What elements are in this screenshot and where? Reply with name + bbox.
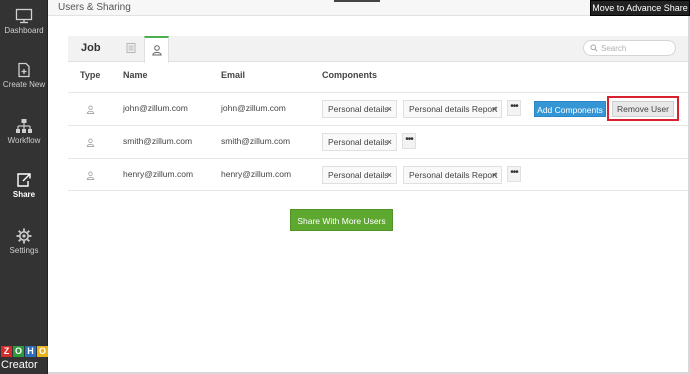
user-email: smith@zillum.com: [221, 136, 291, 146]
component-chip: Personal details Report ×: [403, 166, 502, 184]
logo-letter: O: [13, 346, 24, 357]
user-icon: [151, 45, 162, 56]
logo-letter: Z: [1, 346, 12, 357]
component-chip: Personal details Report ×: [403, 100, 502, 118]
sidebar-item-share[interactable]: Share: [0, 172, 48, 200]
search-icon: [590, 44, 598, 52]
component-label: Personal details Report: [409, 170, 498, 180]
tab-list-view[interactable]: [118, 36, 143, 62]
list-icon: [126, 43, 135, 53]
remove-component-icon[interactable]: ×: [387, 167, 392, 183]
component-label: Personal details: [328, 104, 389, 114]
column-header-type: Type: [80, 70, 101, 80]
more-components-button[interactable]: •••: [507, 100, 521, 116]
remove-component-icon[interactable]: ×: [387, 134, 392, 150]
workflow-icon: [16, 119, 32, 133]
search-input[interactable]: [601, 42, 671, 54]
column-header-name: Name: [123, 70, 148, 80]
move-to-advance-share-button[interactable]: Move to Advance Share: [590, 0, 690, 16]
logo-letter: H: [25, 346, 36, 357]
component-label: Personal details: [328, 137, 389, 147]
search-box[interactable]: [583, 40, 676, 56]
component-chip: Personal details ×: [322, 100, 397, 118]
column-header-email: Email: [221, 70, 246, 80]
zoho-creator-logo: Z O H O Creator: [0, 344, 48, 374]
table-row: smith@zillum.com smith@zillum.com Person…: [68, 125, 688, 158]
remove-component-icon[interactable]: ×: [492, 167, 497, 183]
remove-component-icon[interactable]: ×: [492, 101, 497, 117]
tab-users[interactable]: [144, 36, 169, 63]
share-icon: [17, 173, 31, 187]
add-components-button[interactable]: Add Components: [534, 101, 606, 117]
panel-header: Job: [68, 36, 688, 63]
sidebar-item-workflow[interactable]: Workflow: [0, 118, 48, 146]
user-email: henry@zillum.com: [221, 169, 292, 179]
top-bar: Users & Sharing Move to Advance Share: [48, 0, 690, 16]
top-bar-indicator: [334, 0, 380, 2]
component-chip: Personal details ×: [322, 133, 397, 151]
user-type-icon: [86, 105, 95, 114]
more-components-button[interactable]: •••: [507, 166, 521, 182]
more-components-button[interactable]: •••: [402, 133, 416, 149]
user-type-icon: [86, 138, 95, 147]
table-row: john@zillum.com john@zillum.com Personal…: [68, 92, 688, 125]
logo-product-name: Creator: [1, 359, 38, 371]
sidebar-item-dashboard[interactable]: Dashboard: [0, 8, 48, 36]
component-label: Personal details: [328, 170, 389, 180]
breadcrumb: Users & Sharing: [58, 2, 131, 13]
table-row: henry@zillum.com henry@zillum.com Person…: [68, 158, 688, 191]
sidebar-item-label: Dashboard: [4, 26, 44, 35]
remove-user-button[interactable]: Remove User: [612, 101, 674, 117]
logo-letter: O: [37, 346, 48, 357]
sharing-panel: Job Type Name Email Components: [68, 36, 688, 192]
component-label: Personal details Report: [409, 104, 498, 114]
user-name: henry@zillum.com: [123, 169, 194, 179]
gear-icon: [16, 228, 32, 244]
remove-component-icon[interactable]: ×: [387, 101, 392, 117]
sidebar-item-label: Create New: [2, 80, 46, 89]
sidebar-item-label: Workflow: [7, 136, 41, 145]
panel-title: Job: [81, 42, 101, 54]
component-chip: Personal details ×: [322, 166, 397, 184]
sidebar-item-create-new[interactable]: Create New: [0, 62, 48, 90]
sidebar: Dashboard Create New Workflow Share Sett…: [0, 0, 48, 374]
sidebar-item-label: Settings: [9, 246, 39, 255]
user-type-icon: [86, 171, 95, 180]
column-header-components: Components: [322, 70, 377, 80]
monitor-icon: [15, 8, 33, 24]
user-name: john@zillum.com: [123, 103, 188, 113]
user-name: smith@zillum.com: [123, 136, 193, 146]
sidebar-item-label: Share: [12, 190, 36, 199]
user-email: john@zillum.com: [221, 103, 286, 113]
sidebar-item-settings[interactable]: Settings: [0, 228, 48, 256]
share-with-more-users-button[interactable]: Share With More Users: [290, 209, 393, 231]
new-file-icon: [18, 62, 30, 78]
